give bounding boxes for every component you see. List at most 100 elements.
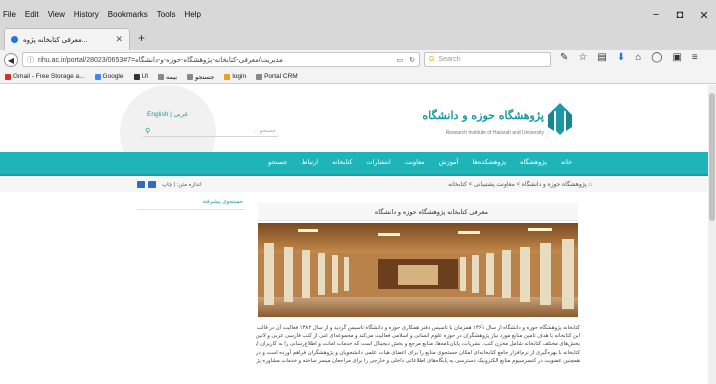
bookmark-item[interactable]: Google — [94, 73, 124, 80]
page-tools-text[interactable]: اندازه متن: | چاپ — [162, 182, 202, 188]
site-search-input[interactable]: ⚲ جستجو ... — [143, 125, 278, 137]
maximize-button[interactable]: ◘ — [668, 6, 692, 24]
page-scrollbar[interactable] — [708, 85, 716, 384]
page-tools: اندازه متن: | چاپ — [137, 181, 202, 188]
pocket-icon[interactable]: ◯ — [651, 52, 662, 63]
bookmark-label: UI — [141, 73, 149, 80]
window-controls: − ◘ ✕ — [644, 6, 716, 24]
close-window-button[interactable]: ✕ — [692, 6, 716, 24]
back-button[interactable]: ◀ — [4, 53, 18, 67]
language-switch-link[interactable]: English | عربی — [147, 110, 188, 118]
nav-item[interactable]: خانه — [561, 158, 572, 166]
menu-bar: File Edit View History Bookmarks Tools H… — [3, 10, 201, 24]
sidebar-label[interactable]: جستجوی پیشرفته — [202, 199, 243, 205]
bookmark-favicon-icon — [94, 73, 101, 80]
screenshot-icon[interactable]: ▣ — [672, 52, 681, 63]
download-icon[interactable]: ⬇ — [617, 52, 625, 63]
info-icon[interactable]: ⓘ — [27, 55, 34, 65]
reload-icon[interactable]: ↻ — [409, 56, 415, 64]
nav-item[interactable]: معاونت — [405, 158, 425, 166]
menu-view[interactable]: View — [48, 10, 65, 24]
main-nav: خانه پژوهشگاه پژوهشکده‌ها آموزش معاونت انتشار… — [0, 152, 708, 176]
menu-bookmarks[interactable]: Bookmarks — [108, 10, 148, 24]
tools-icon[interactable]: ✎ — [560, 52, 568, 63]
arrow-left-icon: ◀ — [7, 55, 15, 65]
bookmark-favicon-icon — [187, 73, 194, 80]
reader-view-icon[interactable]: ▭ — [397, 56, 404, 64]
nav-item[interactable]: پژوهشکده‌ها — [472, 158, 506, 166]
title-bar: File Edit View History Bookmarks Tools H… — [0, 0, 716, 50]
bookmark-favicon-icon — [133, 73, 140, 80]
scrollbar-thumb[interactable] — [709, 93, 715, 221]
menu-edit[interactable]: Edit — [25, 10, 39, 24]
bookmark-item[interactable]: Portal CRM — [256, 73, 298, 80]
bookmark-label: Google — [102, 73, 124, 80]
menu-history[interactable]: History — [74, 10, 99, 24]
url-text[interactable]: rihu.ac.ir/portal/28023/مدیریت/معرفی-کتا… — [38, 56, 393, 64]
bookmark-favicon-icon — [5, 73, 11, 80]
article-body: کتابخانه پژوهشگاه حوزه و دانشگاه از سال … — [256, 324, 580, 365]
logo-emblem-icon — [548, 103, 572, 135]
nav-item[interactable]: ارتباط — [301, 158, 318, 166]
sidebar-box: جستجوی پیشرفته — [137, 196, 245, 210]
print-icon[interactable] — [137, 181, 145, 188]
nav-item[interactable]: جستجو — [268, 158, 287, 166]
library-shelves-image — [258, 223, 578, 317]
bookmark-label: Portal CRM — [264, 73, 298, 80]
bookmark-label: جستجو — [195, 73, 215, 81]
menu-tools[interactable]: Tools — [157, 10, 176, 24]
article-paragraph-line: کتابخانه پژوهشگاه حوزه و دانشگاه از سال … — [256, 325, 580, 331]
site-search-placeholder: جستجو ... — [253, 127, 276, 134]
nav-item[interactable]: کتابخانه — [332, 158, 352, 166]
search-icon[interactable]: ⚲ — [145, 127, 150, 135]
library-photo — [258, 223, 578, 317]
url-actions: ▭ ↻ — [397, 56, 420, 64]
article-paragraph-line: همچنین عضویت در کنسرسیوم منابع الکترونیک… — [256, 357, 580, 364]
bookmark-label: Gmail - Free Storage a... — [13, 73, 85, 80]
toolbar-icons: ✎ ☆ ▤ ⬇ ⌂ ◯ ▣ ≡ — [560, 52, 698, 63]
bookmark-item[interactable]: UI — [133, 73, 149, 80]
bookmark-favicon-icon — [158, 73, 164, 80]
bookmark-star-icon[interactable]: ☆ — [578, 52, 587, 63]
bookmark-item[interactable]: جستجو — [187, 73, 214, 81]
logo-subtitle: Research Institute of Hawzah and Univers… — [445, 130, 544, 136]
bookmark-item[interactable]: Gmail - Free Storage a... — [5, 73, 85, 80]
url-bar[interactable]: ⓘ rihu.ac.ir/portal/28023/مدیریت/معرفی-ک… — [22, 52, 420, 67]
browser-search-placeholder: Search — [438, 56, 461, 63]
tab-active[interactable]: ...معرفی کتابخانه پژوه ✕ — [4, 28, 130, 50]
browser-search[interactable]: G Search — [424, 52, 551, 67]
site-logo[interactable]: پژوهشگاه حوزه و دانشگاه Research Institu… — [422, 95, 582, 139]
article-paragraph-line: بخش‌های مختلف کتابخانه شامل مخزن کتب، نش… — [256, 341, 580, 348]
logo-text: پژوهشگاه حوزه و دانشگاه — [422, 109, 544, 122]
bookmark-label: بیمه — [166, 73, 178, 81]
tab-title: ...معرفی کتابخانه پژوه — [23, 36, 88, 44]
bookmark-label: login — [232, 73, 247, 80]
menu-help[interactable]: Help — [184, 10, 200, 24]
home-icon[interactable]: ⌂ — [587, 182, 592, 188]
article-paragraph-line: کتابخانه با بهره‌گیری از نرم‌افزار جامع … — [256, 349, 580, 356]
favicon-icon — [11, 36, 18, 43]
web-page: English | عربی ⚲ جستجو ... پژوهشگاه حوزه… — [0, 85, 708, 384]
bookmark-favicon-icon — [256, 73, 263, 80]
menu-file[interactable]: File — [3, 10, 16, 24]
breadcrumb: ⌂ پژوهشگاه حوزه و دانشگاه > معاونت پشتیب… — [448, 181, 592, 188]
minimize-button[interactable]: − — [644, 6, 668, 24]
nav-item[interactable]: آموزش — [439, 158, 459, 166]
nav-item[interactable]: انتشارات — [366, 158, 390, 166]
new-tab-button[interactable]: + — [138, 31, 145, 45]
tab-close-icon[interactable]: ✕ — [115, 34, 123, 45]
breadcrumb-text[interactable]: پژوهشگاه حوزه و دانشگاه > معاونت پشتیبان… — [448, 182, 587, 188]
nav-item[interactable]: پژوهشگاه — [520, 158, 547, 166]
article-header: معرفی کتابخانه پژوهشگاه حوزه و دانشگاه — [258, 203, 578, 221]
hamburger-menu-icon[interactable]: ≡ — [692, 52, 698, 63]
article-paragraph-line: این کتابخانه با هدف تامین منابع مورد نیا… — [256, 333, 580, 340]
article-title: معرفی کتابخانه پژوهشگاه حوزه و دانشگاه — [374, 209, 488, 216]
bookmarks-bar: Gmail - Free Storage a... Google UI بیمه جست… — [0, 70, 716, 84]
home-icon[interactable]: ⌂ — [635, 52, 641, 63]
library-icon[interactable]: ▤ — [597, 52, 606, 63]
browser-window: File Edit View History Bookmarks Tools H… — [0, 0, 716, 384]
bookmark-favicon-icon — [224, 73, 231, 80]
bookmark-item[interactable]: بیمه — [158, 73, 177, 81]
email-icon[interactable] — [148, 181, 156, 188]
bookmark-item[interactable]: login — [224, 73, 246, 80]
